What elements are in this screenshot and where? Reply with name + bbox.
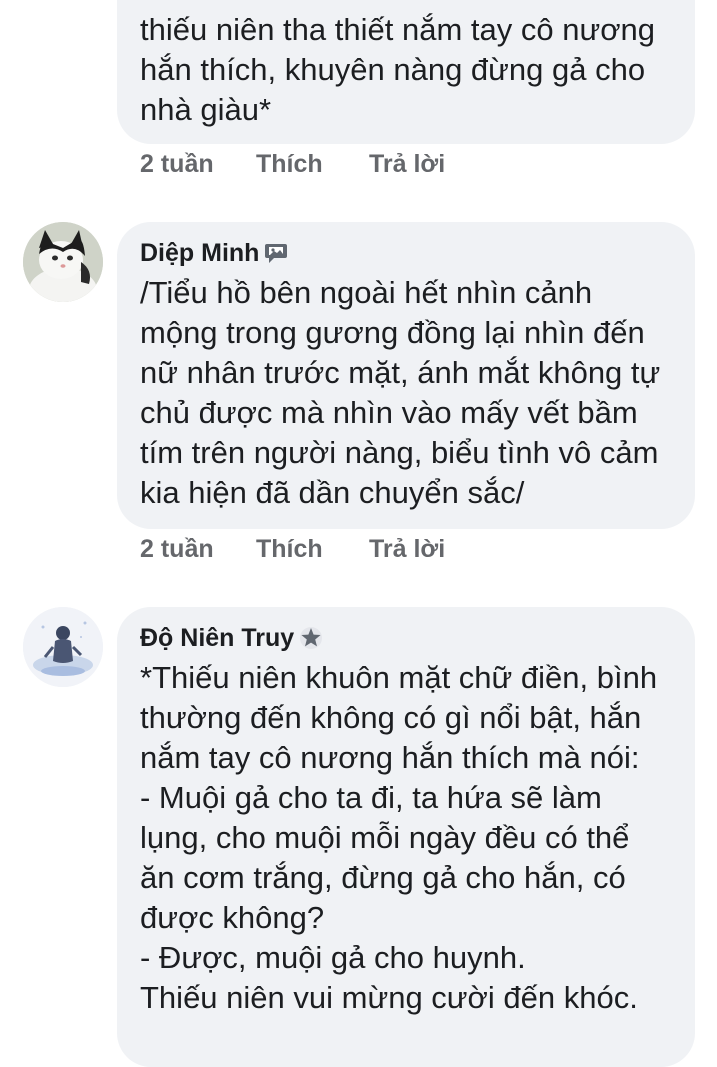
- comment-text-line: nắm tay cô nương hắn thích mà nói:: [140, 740, 640, 775]
- comment-actions-1: 2 tuần Thích Trả lời: [140, 148, 445, 180]
- reply-button[interactable]: Trả lời: [369, 148, 445, 180]
- comment-text-line: nữ nhân trước mặt, ánh mắt không tự: [140, 355, 661, 390]
- author-name[interactable]: Độ Niên Truy: [140, 622, 657, 654]
- author-name-label: Độ Niên Truy: [140, 624, 295, 652]
- comment-text-line: - Được, muội gả cho huynh.: [140, 940, 526, 975]
- author-name-label: Diệp Minh: [140, 239, 260, 267]
- like-button[interactable]: Thích: [256, 533, 369, 565]
- cat-avatar-icon: [23, 222, 103, 302]
- avatar[interactable]: [23, 607, 103, 687]
- comment-text-line: thường đến không có gì nổi bật, hắn: [140, 700, 642, 735]
- comment-bubble-2: Diệp Minh /Tiểu hồ bên ngoài hết nhìn cả…: [117, 222, 695, 529]
- comment-bubble-3: Độ Niên Truy *Thiếu niên khuôn mặt chữ đ…: [117, 607, 695, 1067]
- comment-text-line: thiếu niên tha thiết nắm tay cô nương: [140, 12, 656, 47]
- comment-text-line: Thiếu niên vui mừng cười đến khóc.: [140, 980, 638, 1015]
- comment-bubble-1: thiếu niên tha thiết nắm tay cô nương hắ…: [117, 0, 695, 144]
- comment-text-line: kia hiện đã dần chuyển sắc/: [140, 475, 525, 510]
- comment-text-line: được không?: [140, 900, 325, 935]
- avatar[interactable]: [23, 222, 103, 302]
- comment-actions-2: 2 tuần Thích Trả lời: [140, 533, 445, 565]
- comment-text-line: ăn cơm trắng, đừng gả cho hắn, có: [140, 860, 626, 895]
- comment-text-line: chủ được mà nhìn vào mấy vết bầm: [140, 395, 638, 430]
- comment-text-line: mộng trong gương đồng lại nhìn đến: [140, 315, 645, 350]
- figure-avatar-icon: [23, 607, 103, 687]
- author-name[interactable]: Diệp Minh: [140, 237, 660, 269]
- comment-text-line: - Muội gả cho ta đi, ta hứa sẽ làm: [140, 780, 602, 815]
- like-button[interactable]: Thích: [256, 148, 369, 180]
- photo-chat-icon: [263, 240, 289, 266]
- comment-text-line: hắn thích, khuyên nàng đừng gả cho: [140, 52, 646, 87]
- comment-text-line: lụng, cho muội mỗi ngày đều có thể: [140, 820, 630, 855]
- reply-button[interactable]: Trả lời: [369, 533, 445, 565]
- comment-text-line: tím trên người nàng, biểu tình vô cảm: [140, 435, 659, 470]
- comment-text-line: nhà giàu*: [140, 92, 272, 127]
- comment-time: 2 tuần: [140, 150, 214, 178]
- comment-text-line: /Tiểu hồ bên ngoài hết nhìn cảnh: [140, 275, 593, 310]
- comment-text-line: *Thiếu niên khuôn mặt chữ điền, bình: [140, 660, 658, 695]
- star-badge-icon: [298, 625, 324, 651]
- comment-time: 2 tuần: [140, 535, 214, 563]
